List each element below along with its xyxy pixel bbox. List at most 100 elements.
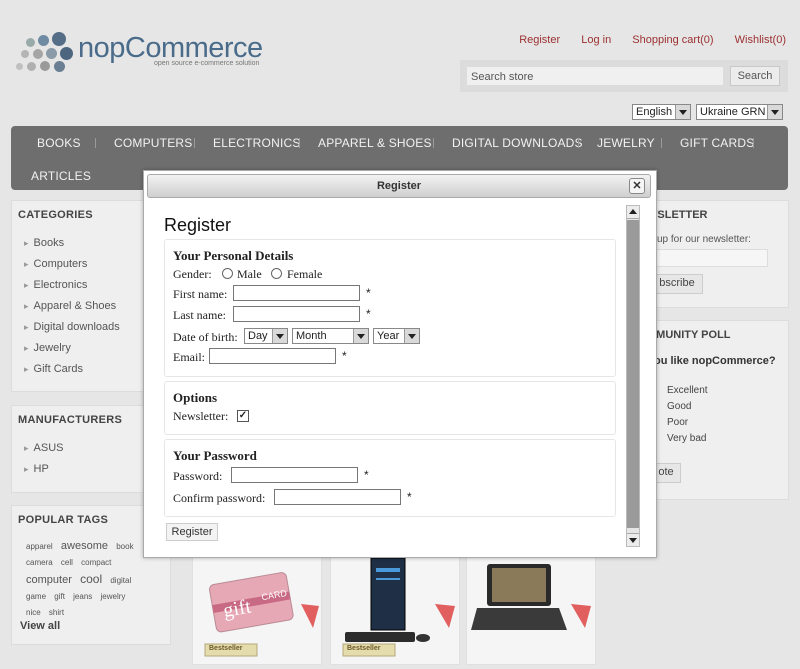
manufacturers-list: ASUS HP (24, 438, 64, 480)
tag[interactable]: awesome (61, 540, 108, 552)
required-mark: * (342, 349, 347, 363)
login-link[interactable]: Log in (581, 34, 611, 46)
personal-details-title: Your Personal Details (173, 248, 294, 263)
newsletter-checkbox[interactable]: ✓ (237, 410, 249, 422)
chevron-down-icon (404, 329, 419, 343)
currency-select[interactable]: Ukraine GRN (696, 104, 783, 120)
language-select[interactable]: English (632, 104, 691, 120)
product-computer[interactable]: Bestseller (330, 545, 460, 665)
required-mark: * (407, 490, 412, 504)
poll-option-poor[interactable]: Poor (667, 415, 708, 431)
laptop-image (471, 564, 591, 630)
required-mark: * (364, 468, 369, 482)
category-computers[interactable]: Computers (24, 254, 120, 275)
bestseller-badge: Bestseller (209, 645, 243, 652)
scroll-thumb[interactable] (627, 220, 639, 528)
scroll-up-icon[interactable] (627, 206, 639, 219)
manufacturers-title: MANUFACTURERS (18, 414, 123, 426)
category-books[interactable]: Books (24, 233, 120, 254)
shopping-cart-link[interactable]: Shopping cart(0) (632, 34, 713, 46)
manufacturer-asus[interactable]: ASUS (24, 438, 64, 459)
gender-female-label: Female (287, 267, 323, 281)
checkmark-icon: ✓ (238, 410, 248, 421)
nav-item-computers[interactable]: COMPUTERS (114, 136, 192, 150)
header-links: Register Log in Shopping cart(0) Wishlis… (501, 34, 786, 46)
tag[interactable]: digital (110, 576, 131, 585)
dialog-scrollbar[interactable] (626, 205, 640, 547)
tag[interactable]: compact (81, 558, 111, 567)
newsletter-text: up for our newsletter: (657, 234, 751, 245)
tag[interactable]: shirt (49, 608, 64, 617)
category-gift-cards[interactable]: Gift Cards (24, 359, 120, 380)
gender-male-radio[interactable] (222, 268, 233, 279)
confirm-password-field[interactable] (274, 489, 401, 505)
logo[interactable]: nopCommerce open source e-commerce solut… (16, 28, 276, 78)
search-button[interactable]: Search (730, 66, 780, 86)
nav-item-digital-downloads[interactable]: DIGITAL DOWNLOADS (452, 136, 583, 150)
wishlist-link[interactable]: Wishlist(0) (735, 34, 786, 46)
tag[interactable]: cool (80, 572, 102, 586)
register-submit-button[interactable]: Register (166, 523, 218, 541)
logo-tagline: open source e-commerce solution (154, 60, 260, 67)
tag[interactable]: apparel (26, 542, 53, 551)
first-name-label: First name: (173, 287, 228, 301)
password-field[interactable] (231, 467, 358, 483)
email-field[interactable] (209, 348, 336, 364)
poll-option-very-bad[interactable]: Very bad (667, 431, 708, 447)
nav-item-articles[interactable]: ARTICLES (31, 169, 91, 183)
product-gift-card[interactable]: gift CARD Bestseller (192, 545, 322, 665)
chevron-down-icon (675, 105, 690, 119)
manufacturer-hp[interactable]: HP (24, 459, 64, 480)
poll-question: ou like nopCommerce? (654, 355, 776, 367)
poll-options: Excellent Good Poor Very bad (667, 383, 708, 447)
dob-month-select[interactable]: Month (292, 328, 369, 344)
dob-month-value: Month (296, 330, 327, 342)
popular-tags-title: POPULAR TAGS (18, 514, 109, 526)
newsletter-email-input[interactable] (655, 249, 768, 267)
nav-item-gift-cards[interactable]: GIFT CARDS (680, 136, 754, 150)
tag-cloud: apparel awesome book camera cell compact… (26, 538, 156, 621)
tag[interactable]: computer (26, 574, 72, 586)
last-name-label: Last name: (173, 308, 226, 322)
email-label: Email: (173, 350, 205, 364)
nav-item-apparel-shoes[interactable]: APPAREL & SHOES (318, 136, 432, 150)
nav-item-electronics[interactable]: ELECTRONICS (213, 136, 301, 150)
subscribe-button[interactable]: bscribe (651, 274, 703, 294)
page-title: Register (164, 215, 232, 235)
tag[interactable]: book (116, 542, 133, 551)
nav-item-jewelry[interactable]: JEWELRY (597, 136, 655, 150)
dialog-titlebar[interactable]: Register ✕ (147, 174, 651, 198)
language-value: English (636, 106, 673, 118)
newsletter-label: Newsletter: (173, 409, 229, 423)
category-digital-downloads[interactable]: Digital downloads (24, 317, 120, 338)
poll-option-excellent[interactable]: Excellent (667, 383, 708, 399)
first-name-field[interactable] (233, 285, 360, 301)
tag[interactable]: jeans (73, 592, 92, 601)
tag[interactable]: nice (26, 608, 41, 617)
view-all-tags-link[interactable]: View all (20, 620, 60, 632)
nav-item-books[interactable]: BOOKS (37, 136, 81, 150)
gender-label: Gender: (173, 267, 212, 281)
tag[interactable]: jewelry (101, 592, 126, 601)
dob-day-select[interactable]: Day (244, 328, 288, 344)
tag[interactable]: gift (54, 592, 65, 601)
register-link[interactable]: Register (519, 34, 560, 46)
poll-title: MMUNITY POLL (647, 329, 731, 341)
options-title: Options (173, 390, 218, 405)
chevron-down-icon (353, 329, 368, 343)
tag[interactable]: game (26, 592, 46, 601)
category-apparel-shoes[interactable]: Apparel & Shoes (24, 296, 120, 317)
tag[interactable]: camera (26, 558, 53, 567)
register-dialog: Register ✕ Register Your Personal Detail… (143, 170, 657, 558)
category-electronics[interactable]: Electronics (24, 275, 120, 296)
category-jewelry[interactable]: Jewelry (24, 338, 120, 359)
tag[interactable]: cell (61, 558, 73, 567)
close-icon[interactable]: ✕ (629, 178, 645, 194)
last-name-field[interactable] (233, 306, 360, 322)
poll-option-good[interactable]: Good (667, 399, 708, 415)
dob-year-select[interactable]: Year (373, 328, 420, 344)
scroll-down-icon[interactable] (627, 533, 639, 546)
search-input[interactable]: Search store (466, 66, 724, 86)
product-laptop[interactable] (466, 545, 596, 665)
gender-female-radio[interactable] (271, 268, 282, 279)
